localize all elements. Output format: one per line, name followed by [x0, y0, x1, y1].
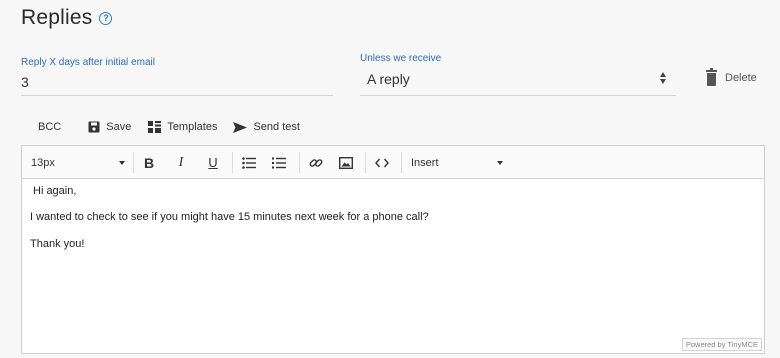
send-test-button[interactable]: Send test: [233, 121, 300, 133]
image-button[interactable]: [335, 146, 357, 179]
numbered-list-icon: [272, 157, 286, 168]
save-icon: [88, 121, 100, 133]
reply-delay-label: Reply X days after initial email: [21, 57, 155, 68]
condition-label: Unless we receive: [360, 53, 442, 64]
link-button[interactable]: [305, 146, 327, 179]
section-header: Replies ?: [21, 6, 113, 30]
powered-by-badge[interactable]: Powered by TinyMCE: [681, 338, 762, 351]
insert-dropdown[interactable]: Insert: [411, 146, 503, 179]
bullet-list-button[interactable]: [238, 146, 260, 179]
chevron-down-icon: [497, 160, 503, 165]
body-line: I wanted to check to see if you might ha…: [30, 211, 429, 223]
templates-icon: [148, 121, 162, 133]
body-line: Hi again,: [33, 185, 77, 197]
delete-label: Delete: [725, 72, 757, 84]
numbered-list-button[interactable]: [268, 146, 290, 179]
trash-icon: [706, 68, 717, 86]
underline-button[interactable]: U: [202, 146, 224, 179]
editor-toolbar: 13px B I U Insert: [22, 146, 764, 179]
source-code-button[interactable]: [371, 146, 393, 179]
bullet-list-icon: [242, 156, 256, 169]
page-title: Replies: [21, 6, 93, 29]
reply-delay-input[interactable]: 3: [21, 74, 29, 90]
italic-button[interactable]: I: [170, 146, 192, 179]
send-icon: [233, 121, 248, 133]
bcc-button[interactable]: BCC: [38, 121, 61, 133]
body-line: Thank you!: [30, 238, 85, 250]
select-arrows-icon[interactable]: [660, 71, 668, 85]
chevron-down-icon: [119, 160, 125, 165]
rich-text-editor: 13px B I U Insert Hi again, I wanted to …: [21, 145, 765, 354]
save-button[interactable]: Save: [88, 121, 131, 133]
font-size-select[interactable]: 13px: [31, 146, 127, 179]
help-icon[interactable]: ?: [99, 11, 113, 25]
save-label: Save: [106, 121, 132, 133]
templates-label: Templates: [167, 121, 218, 133]
bold-button[interactable]: B: [138, 146, 160, 179]
link-icon: [309, 158, 323, 167]
email-actions-toolbar: BCC Save Templates Send test: [38, 121, 300, 133]
insert-label: Insert: [411, 156, 439, 169]
condition-underline: [360, 95, 676, 96]
code-icon: [375, 158, 389, 167]
image-icon: [339, 156, 353, 169]
delete-button[interactable]: Delete: [706, 68, 757, 86]
reply-delay-underline: [21, 95, 333, 96]
font-size-value: 13px: [31, 156, 55, 169]
send-test-label: Send test: [253, 121, 300, 133]
condition-select[interactable]: A reply: [367, 71, 410, 87]
templates-button[interactable]: Templates: [148, 121, 217, 133]
